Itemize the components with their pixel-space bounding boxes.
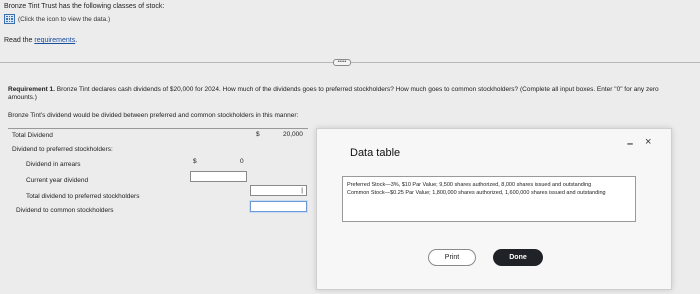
arrears-value: 0 <box>240 158 244 165</box>
total-preferred-input[interactable]: | <box>250 185 307 196</box>
requirement-label: Requirement 1. <box>8 86 55 93</box>
preferred-stock-info: Preferred Stock—3%, $10 Par Value; 9,500… <box>347 182 592 188</box>
done-button[interactable]: Done <box>493 249 543 266</box>
stock-data-box: Preferred Stock—3%, $10 Par Value; 9,500… <box>342 176 636 222</box>
requirement-body: Bronze Tint declares cash dividends of $… <box>8 86 659 101</box>
data-table-icon[interactable] <box>4 14 15 24</box>
row-dividend-preferred: Dividend to preferred stockholders: <box>12 146 113 153</box>
row-total-preferred: Total dividend to preferred stockholders <box>26 193 140 200</box>
minimize-icon[interactable]: – <box>627 138 633 150</box>
read-prefix: Read the <box>4 37 35 44</box>
current-year-input[interactable] <box>190 171 247 182</box>
modal-title: Data table <box>350 147 401 159</box>
row-total-dividend: Total Dividend <box>12 132 53 139</box>
arrears-currency: $ <box>193 158 197 165</box>
resize-handle[interactable]: ••••• <box>333 59 351 66</box>
total-value: 20,000 <box>283 131 303 138</box>
common-stock-info: Common Stock—$0.25 Par Value; 1,800,000 … <box>347 190 606 196</box>
common-input[interactable] <box>250 201 307 212</box>
data-link-text: (Click the icon to view the data.) <box>18 15 111 23</box>
row-dividend-arrears: Dividend in arrears <box>26 161 81 168</box>
close-icon[interactable]: × <box>645 136 651 148</box>
table-top-line <box>8 128 308 129</box>
row-dividend-common: Dividend to common stockholders <box>16 207 114 214</box>
intro-text: Bronze Tint Trust has the following clas… <box>4 3 165 10</box>
total-preferred-cursor: | <box>301 187 303 194</box>
requirements-link[interactable]: requirements <box>34 37 75 44</box>
print-button[interactable]: Print <box>428 249 476 266</box>
read-suffix: . <box>75 37 78 44</box>
requirement-text: Requirement 1. Bronze Tint declares cash… <box>8 86 680 102</box>
data-link-row: (Click the icon to view the data.) <box>4 14 110 24</box>
total-currency: $ <box>256 131 260 138</box>
row-current-year: Current year dividend <box>26 177 89 184</box>
split-text: Bronze Tint's dividend would be divided … <box>8 112 299 119</box>
read-requirements: Read the requirements. <box>4 37 77 44</box>
